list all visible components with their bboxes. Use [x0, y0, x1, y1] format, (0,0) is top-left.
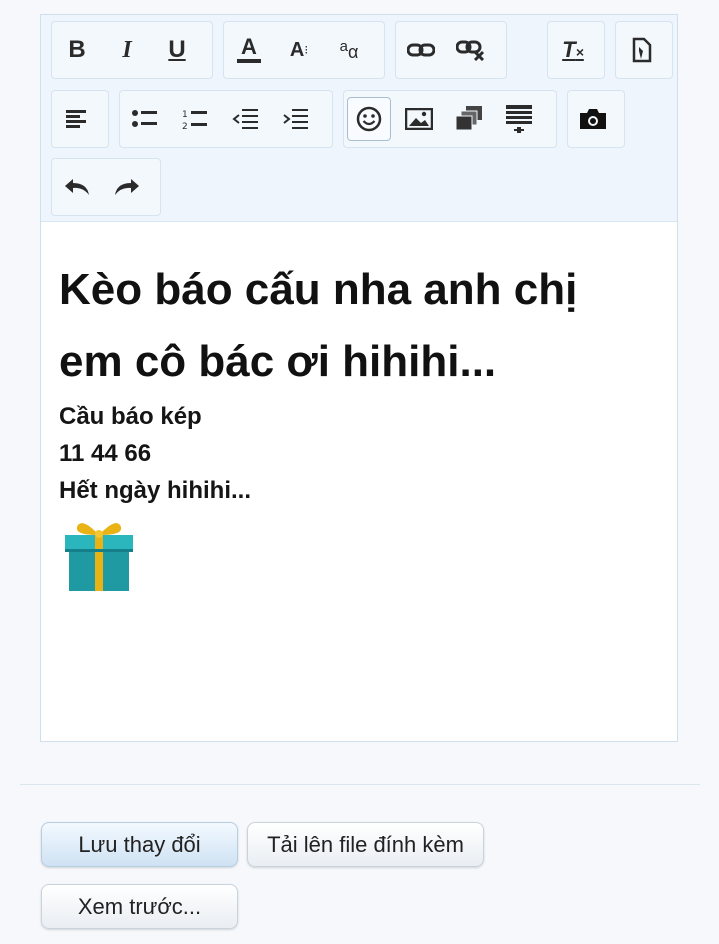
svg-text:1: 1 [182, 110, 188, 120]
indent-icon [283, 109, 308, 129]
outdent-icon [232, 109, 258, 129]
italic-button[interactable]: I [102, 22, 152, 78]
media-icon [455, 106, 482, 131]
text-style-group: B I U [51, 21, 213, 79]
align-group [51, 90, 109, 148]
font-color-icon: A [237, 36, 261, 63]
preview-button[interactable]: Xem trước... [41, 884, 238, 929]
undo-button[interactable] [52, 159, 102, 215]
editor-content[interactable]: Kèo báo cấu nha anh chị em cô bác ơi hihi… [41, 222, 677, 741]
redo-icon [115, 179, 139, 195]
gift-emoji-icon [65, 523, 133, 591]
clear-format-button[interactable]: T× [548, 22, 598, 78]
content-line: Hết ngày hihihi... [59, 477, 252, 504]
insert-image-button[interactable] [394, 91, 444, 147]
editor-toolbar: B I U A A ⁝ aα T× 1 2 [41, 15, 677, 222]
upload-attachment-button[interactable]: Tải lên file đính kèm [247, 822, 484, 867]
insert-link-button[interactable] [396, 22, 446, 78]
underline-icon: U [168, 36, 186, 63]
edit-mode-icon [632, 37, 652, 63]
rich-text-editor: B I U A A ⁝ aα T× 1 2 Kèo báo cấu nha an… [40, 14, 678, 742]
unlink-button[interactable] [446, 22, 496, 78]
content-line: Cầu báo kép [59, 403, 202, 430]
insert-media-button[interactable] [444, 91, 494, 147]
redo-button[interactable] [102, 159, 152, 215]
font-size-icon: A [289, 38, 305, 61]
bullet-list-button[interactable] [120, 91, 170, 147]
content-heading: Kèo báo cấu nha anh chị em cô bác ơi hihi… [59, 265, 578, 386]
italic-icon: I [122, 36, 132, 63]
camera-icon [580, 109, 606, 129]
divider [20, 784, 700, 785]
font-family-icon: aα [339, 37, 359, 62]
clear-format-group: T× [547, 21, 605, 79]
emoji-button[interactable] [344, 91, 394, 147]
font-size-button[interactable]: A ⁝ [274, 22, 324, 78]
svg-text:2: 2 [182, 122, 188, 130]
bullet-list-icon [132, 110, 157, 127]
insert-quote-button[interactable] [494, 91, 544, 147]
history-group [51, 158, 161, 216]
camera-button[interactable] [568, 91, 618, 147]
outdent-button[interactable] [220, 91, 270, 147]
smiley-icon [356, 106, 382, 132]
content-line: 11 44 66 [59, 440, 152, 467]
indent-button[interactable] [270, 91, 320, 147]
insert-group [343, 90, 557, 148]
quote-block-icon [506, 105, 532, 133]
font-color-button[interactable]: A [224, 22, 274, 78]
save-changes-button[interactable]: Lưu thay đổi [41, 822, 238, 867]
bold-icon: B [68, 36, 86, 63]
bold-button[interactable]: B [52, 22, 102, 78]
toggle-source-button[interactable] [616, 22, 666, 78]
align-left-icon [66, 110, 86, 128]
camera-group [567, 90, 625, 148]
image-icon [405, 108, 433, 130]
underline-button[interactable]: U [152, 22, 202, 78]
font-group: A A ⁝ aα [223, 21, 385, 79]
link-icon [407, 43, 435, 57]
unlink-icon [456, 40, 485, 61]
clear-format-icon: T× [562, 37, 584, 62]
link-group [395, 21, 507, 79]
undo-icon [65, 179, 89, 195]
numbered-list-button[interactable]: 12 [170, 91, 220, 147]
numbered-list-icon: 12 [182, 110, 207, 130]
source-group [615, 21, 673, 79]
align-button[interactable] [52, 91, 102, 147]
font-family-button[interactable]: aα [324, 22, 374, 78]
list-group: 12 [119, 90, 333, 148]
